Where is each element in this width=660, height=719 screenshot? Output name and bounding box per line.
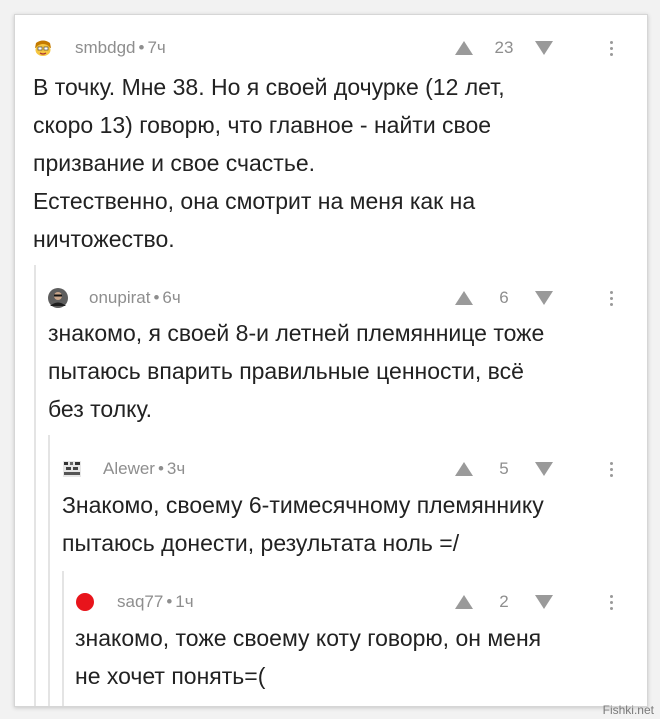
- watermark: Fishki.net: [602, 703, 654, 717]
- red-circle-avatar-icon[interactable]: [75, 592, 95, 612]
- comment: saq77 • 1ч 2 знакомо, тоже своему коту гов…: [15, 589, 647, 695]
- comment-header: onupirat • 6ч 6: [15, 285, 647, 311]
- comment-score: 2: [499, 592, 509, 611]
- downvote-arrow-icon[interactable]: [533, 35, 555, 61]
- author-name[interactable]: smbdgd: [75, 38, 135, 57]
- upvote-arrow-icon[interactable]: [453, 35, 475, 61]
- comment-meta: onupirat • 6ч: [89, 288, 181, 308]
- comment-header: smbdgd • 7ч 23: [15, 35, 647, 61]
- person-photo-avatar-icon[interactable]: [48, 288, 68, 308]
- comment: onupirat • 6ч 6 знакомо, я своей 8-и летне…: [15, 285, 647, 428]
- upvote-arrow-icon[interactable]: [453, 589, 475, 615]
- comment-text: Знакомо, своему 6-тимесячному племяннику…: [62, 492, 544, 556]
- pixel-avatar-icon[interactable]: [62, 459, 82, 479]
- upvote-arrow-icon[interactable]: [453, 285, 475, 311]
- comment-time: 7ч: [147, 38, 166, 57]
- vote-controls: 23: [453, 35, 555, 61]
- comment-text: В точку. Мне 38. Но я своей дочурке (12 …: [33, 74, 505, 252]
- vote-controls: 5: [453, 456, 555, 482]
- comment-score: 5: [499, 459, 509, 478]
- author-name[interactable]: Alewer: [103, 459, 155, 478]
- downvote-arrow-icon[interactable]: [533, 456, 555, 482]
- comment-header: Alewer • 3ч 5: [15, 456, 647, 482]
- vote-controls: 6: [453, 285, 555, 311]
- comment-meta: Alewer • 3ч: [103, 459, 185, 479]
- comment-score: 23: [494, 38, 514, 57]
- comment-time: 1ч: [175, 592, 194, 611]
- comment: Alewer • 3ч 5 Знакомо, своему 6-тимесячном…: [15, 456, 647, 562]
- comment: smbdgd • 7ч 23 В точку. Мне 38. Но я своей…: [15, 35, 647, 258]
- cartoon-face-avatar-icon[interactable]: [33, 38, 53, 58]
- upvote-arrow-icon[interactable]: [453, 456, 475, 482]
- comment-time: 3ч: [166, 459, 186, 478]
- comment-thread: smbdgd • 7ч 23 В точку. Мне 38. Но я своей…: [14, 14, 648, 707]
- comment-time: 6ч: [162, 288, 181, 307]
- comment-meta: saq77 • 1ч: [117, 592, 194, 612]
- meta-separator: •: [157, 459, 164, 478]
- more-options-icon[interactable]: [604, 35, 618, 61]
- more-options-icon[interactable]: [604, 456, 618, 482]
- vote-controls: 2: [453, 589, 555, 615]
- author-name[interactable]: onupirat: [89, 288, 150, 307]
- comment-text: знакомо, тоже своему коту говорю, он мен…: [75, 625, 542, 689]
- downvote-arrow-icon[interactable]: [533, 589, 555, 615]
- comment-meta: smbdgd • 7ч: [75, 38, 166, 58]
- comment-text: знакомо, я своей 8-и летней племяннице т…: [48, 320, 545, 422]
- comment-score: 6: [499, 288, 509, 307]
- downvote-arrow-icon[interactable]: [533, 285, 555, 311]
- meta-separator: •: [153, 288, 160, 307]
- author-name[interactable]: saq77: [117, 592, 163, 611]
- meta-separator: •: [138, 38, 145, 57]
- meta-separator: •: [166, 592, 173, 611]
- comment-header: saq77 • 1ч 2: [15, 589, 647, 615]
- more-options-icon[interactable]: [604, 589, 618, 615]
- more-options-icon[interactable]: [604, 285, 618, 311]
